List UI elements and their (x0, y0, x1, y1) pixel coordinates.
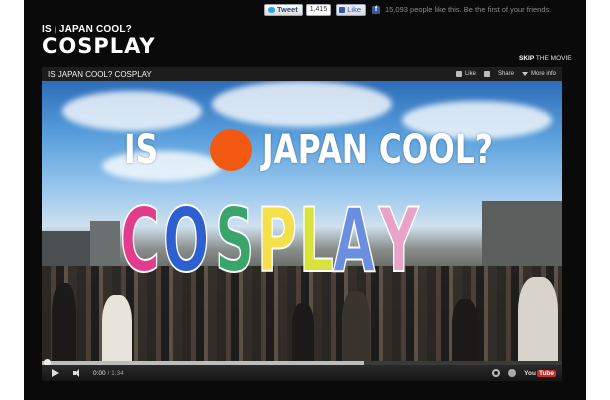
skip-rest: THE MOVIE (535, 55, 572, 62)
title-actions: Like Share More info (455, 71, 562, 77)
like-count-text: 15,093 people like this. Be the first of… (385, 5, 552, 14)
video-like-button[interactable]: Like (455, 71, 476, 77)
logo-cosplay-text: COSPLAY (42, 34, 156, 58)
social-bar: Tweet 1,415 Like f 15,093 people like th… (264, 3, 551, 16)
gear-icon[interactable] (492, 369, 501, 377)
hero-letter-s-2: S (215, 189, 256, 292)
youtube-tube: Tube (536, 369, 556, 377)
site-logo[interactable]: IS JAPAN COOL? COSPLAY (42, 24, 156, 66)
hero-headline-right: JAPAN COOL? (210, 127, 558, 173)
skip-word: SKIP (519, 55, 535, 62)
person (52, 283, 76, 361)
hero-letter-a-5: A (333, 189, 376, 292)
info-icon[interactable] (508, 369, 517, 377)
person (452, 299, 478, 361)
orange-circle-icon (210, 129, 252, 171)
youtube-you: You (524, 369, 536, 377)
duration: 1:34 (111, 369, 124, 377)
hero-letter-c-0: C (119, 189, 161, 292)
person (518, 277, 558, 361)
skip-movie-link[interactable]: SKIP THE MOVIE (519, 55, 572, 62)
building (90, 221, 120, 271)
thumbs-up-icon (455, 71, 462, 77)
hero-letter-o-1: O (162, 189, 210, 292)
youtube-logo[interactable]: You Tube (524, 369, 556, 377)
red-dot-icon (54, 25, 56, 34)
play-icon[interactable] (52, 369, 59, 377)
video-more-info-button[interactable]: More info (521, 71, 556, 77)
player-controls: 0:00 / 1:34 You Tube (42, 365, 562, 381)
building (482, 201, 562, 271)
video-player[interactable]: IS JAPAN COOL? COSPLAY Like Share More i… (42, 67, 562, 381)
hero-cosplay-word: COSPLAY (119, 189, 421, 292)
tweet-label: Tweet (277, 5, 298, 14)
video-share-button[interactable]: Share (498, 71, 514, 77)
video-like-label: Like (464, 71, 476, 77)
tweet-button[interactable]: Tweet (264, 3, 303, 16)
time-display: 0:00 / 1:34 (93, 369, 124, 377)
hero-letter-y-6: Y (379, 189, 420, 292)
hero-japan-cool-text: JAPAN COOL? (262, 127, 493, 173)
video-title-bar: IS JAPAN COOL? COSPLAY Like Share More i… (42, 67, 562, 81)
current-time: 0:00 (93, 369, 106, 377)
thumbs-up-icon (339, 6, 346, 13)
hero-is-text: IS (124, 127, 159, 173)
video-title[interactable]: IS JAPAN COOL? COSPLAY (48, 70, 152, 79)
facebook-like-button[interactable]: Like (336, 3, 366, 16)
video-frame[interactable]: IS JAPAN COOL? COSPLAY (42, 81, 562, 361)
cloud (212, 81, 392, 127)
twitter-bird-icon (268, 6, 275, 13)
video-share-label: Share (497, 71, 514, 77)
like-label: Like (347, 5, 361, 14)
video-more-info-label: More info (530, 71, 556, 77)
facebook-icon: f (372, 5, 380, 14)
video-dislike-button[interactable] (483, 71, 490, 77)
tweet-count: 1,415 (305, 3, 332, 16)
hero-letter-p-3: P (256, 189, 297, 292)
volume-icon[interactable] (73, 369, 83, 377)
controls-right: You Tube (492, 369, 562, 377)
down-arrow-icon (521, 72, 528, 76)
person (102, 295, 132, 361)
hero-headline: IS (124, 127, 168, 173)
person (292, 303, 314, 361)
cloud (62, 91, 202, 131)
hero-letter-l-4: L (299, 189, 335, 292)
person (342, 291, 370, 361)
thumbs-down-icon (483, 71, 490, 77)
page: Tweet 1,415 Like f 15,093 people like th… (0, 0, 610, 400)
